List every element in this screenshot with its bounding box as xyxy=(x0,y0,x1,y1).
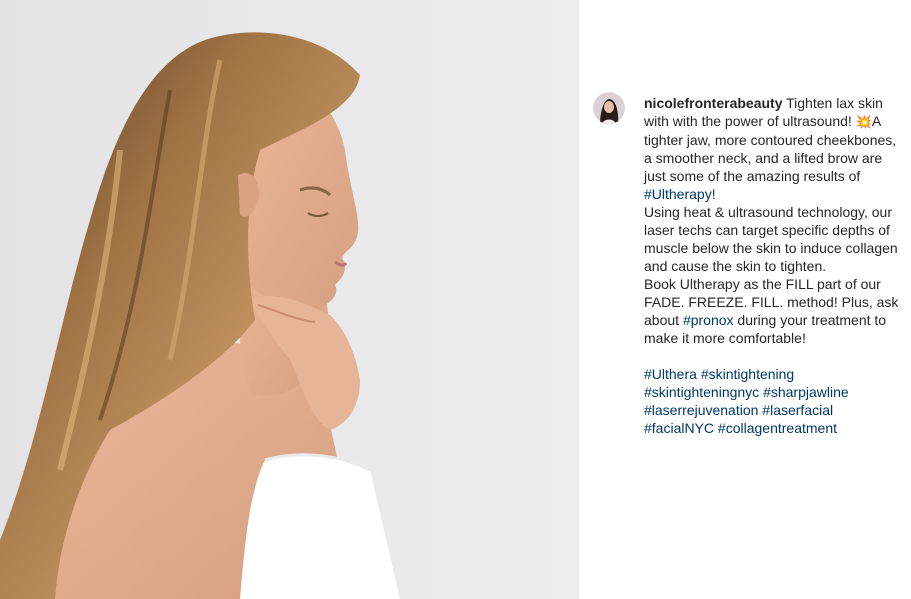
caption-panel: nicolefronterabeauty Tighten lax skin wi… xyxy=(579,0,911,599)
username-link[interactable]: nicolefronterabeauty xyxy=(644,95,782,111)
caption-paragraph: Using heat & ultrasound technology, our … xyxy=(644,203,904,275)
caption-spacer xyxy=(644,347,904,365)
post-caption: nicolefronterabeauty Tighten lax skin wi… xyxy=(644,94,904,437)
hashtag-link[interactable]: #skintighteningnyc xyxy=(644,384,759,400)
caption-text: Using heat & ultrasound technology, our … xyxy=(644,204,898,274)
woman-profile-illustration xyxy=(0,0,578,599)
caption-paragraph: nicolefronterabeauty Tighten lax skin wi… xyxy=(644,94,904,203)
caption-text: ! xyxy=(711,186,716,202)
hashtag-link[interactable]: #sharpjawline xyxy=(763,384,849,400)
hashtag-link[interactable]: #laserrejuvenation xyxy=(644,402,758,418)
avatar-image xyxy=(593,92,625,124)
post-photo[interactable] xyxy=(0,0,578,599)
hashtag-link[interactable]: #laserfacial xyxy=(762,402,833,418)
hashtag-link[interactable]: #collagentreatment xyxy=(718,420,837,436)
hashtag-list: #Ulthera #skintightening #skintightening… xyxy=(644,365,904,437)
collision-emoji-icon: 💥 xyxy=(855,114,872,129)
hashtag-link[interactable]: #pronox xyxy=(683,312,734,328)
caption-paragraph: Book Ultherapy as the FILL part of our F… xyxy=(644,275,904,347)
instagram-post: nicolefronterabeauty Tighten lax skin wi… xyxy=(0,0,911,599)
hashtag-link[interactable]: #skintightening xyxy=(701,366,794,382)
hashtag-link[interactable]: #Ultherapy xyxy=(644,186,712,202)
hashtag-link[interactable]: #facialNYC xyxy=(644,420,714,436)
hashtag-link[interactable]: #Ulthera xyxy=(644,366,697,382)
avatar[interactable] xyxy=(593,92,625,124)
